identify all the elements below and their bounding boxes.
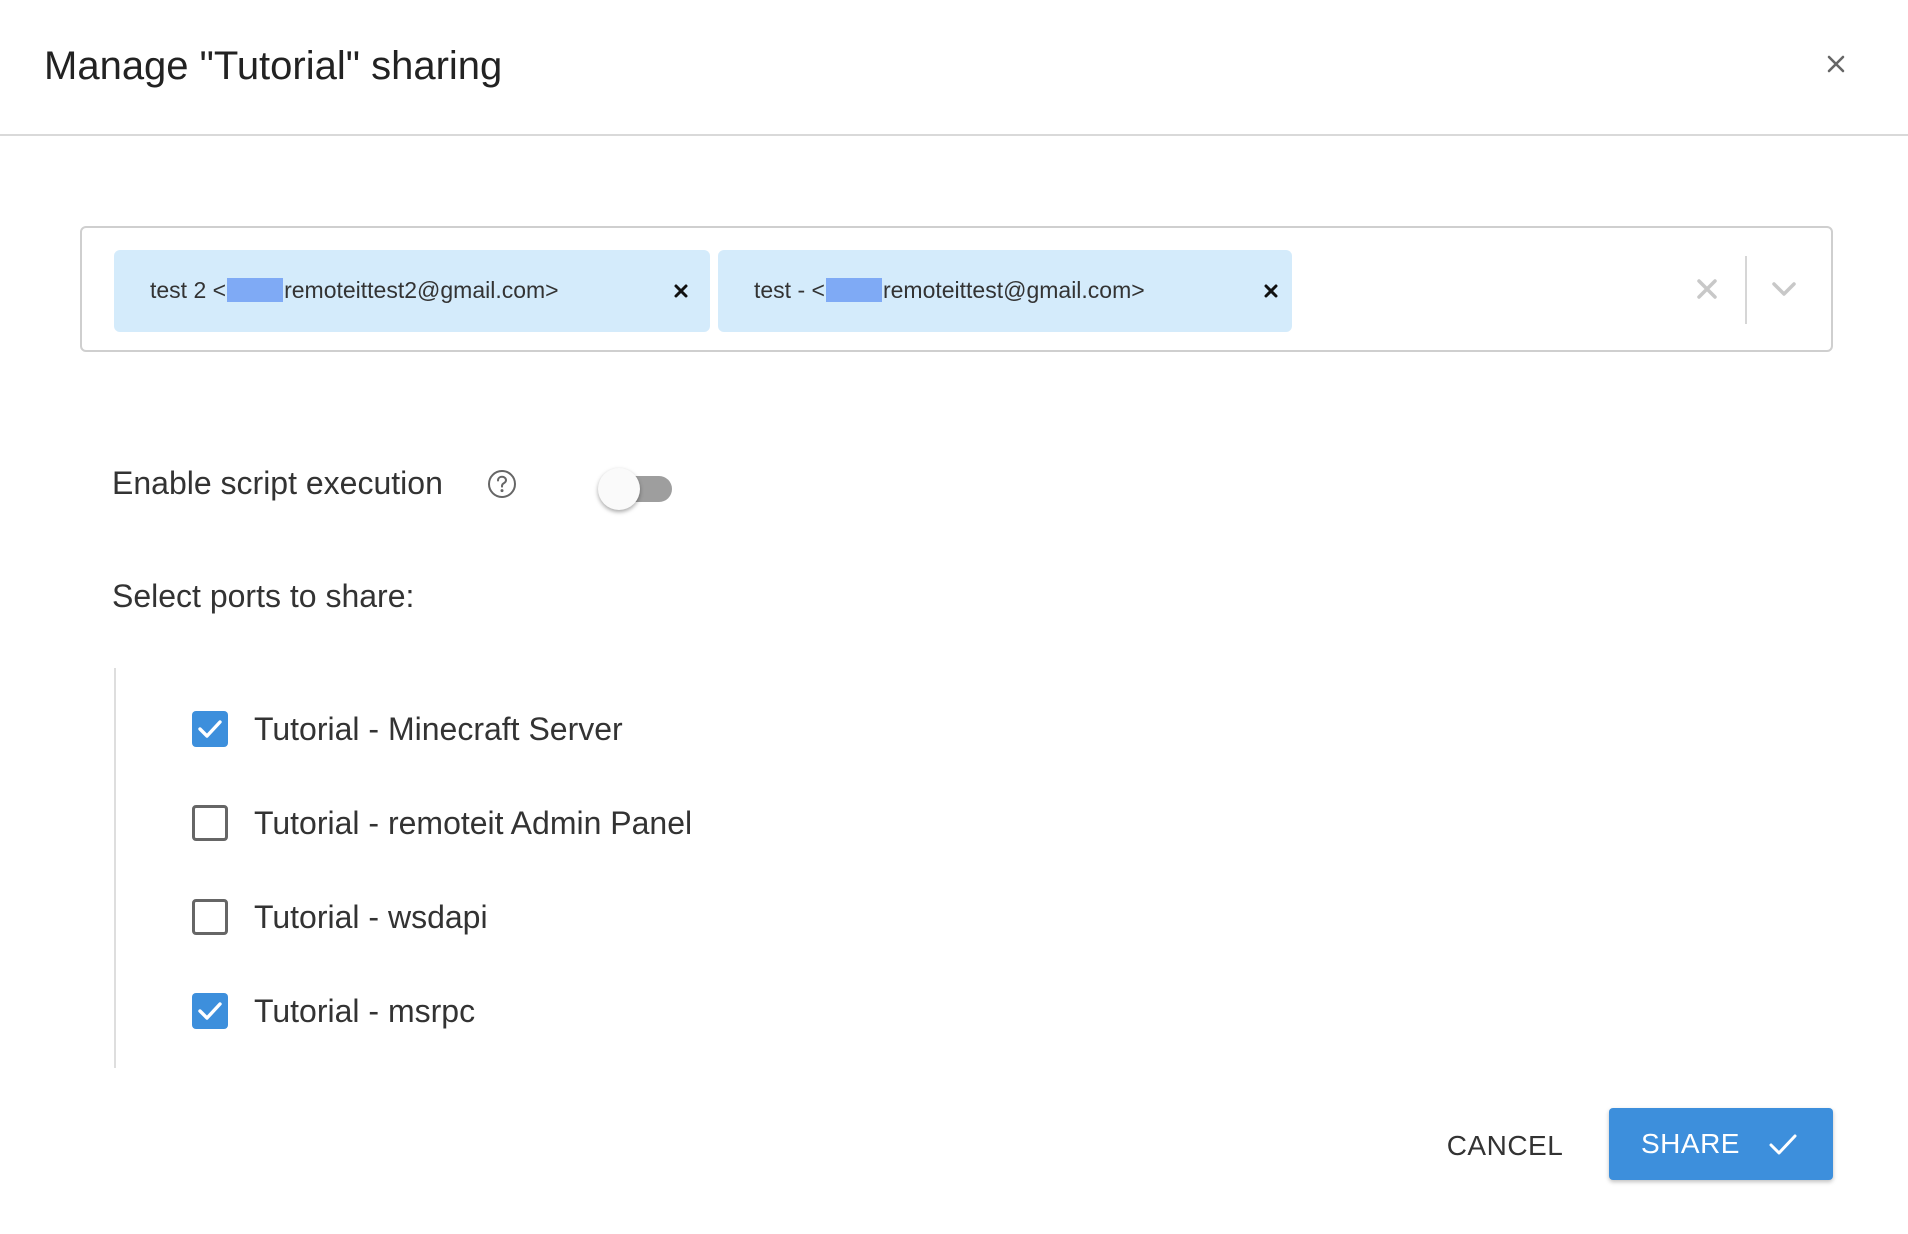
recipient-name: test 2 < [150,277,227,303]
dialog-title: Manage "Tutorial" sharing [44,44,503,88]
dialog-header: Manage "Tutorial" sharing [0,0,1908,136]
share-button[interactable]: SHARE [1609,1108,1833,1180]
recipients-select[interactable]: test 2 < remoteittest2@gmail.com> test - … [80,226,1833,352]
port-item[interactable]: Tutorial - wsdapi [192,892,488,942]
close-icon [1697,279,1717,299]
redaction-block [227,278,284,302]
port-item[interactable]: Tutorial - Minecraft Server [192,704,623,754]
remove-recipient-button[interactable] [1258,278,1284,304]
port-item[interactable]: Tutorial - msrpc [192,986,475,1036]
recipient-email: remoteittest2@gmail.com> [284,277,559,303]
port-checkbox[interactable] [192,993,228,1029]
check-icon [1769,1134,1797,1155]
port-checkbox[interactable] [192,711,228,747]
cancel-button[interactable]: CANCEL [1430,1110,1580,1180]
ports-label: Select ports to share: [112,578,415,614]
recipient-name: test - < [754,277,825,303]
recipient-chip-label: test - < remoteittest@gmail.com> [754,274,1145,306]
recipient-chip: test 2 < remoteittest2@gmail.com> [114,250,710,332]
share-button-label: SHARE [1641,1128,1740,1159]
clear-recipients-button[interactable] [1692,274,1722,304]
check-icon [198,720,222,738]
recipient-chip: test - < remoteittest@gmail.com> [718,250,1292,332]
help-circle-icon[interactable] [486,468,518,500]
close-icon [1264,284,1278,298]
port-label: Tutorial - wsdapi [254,899,488,935]
close-icon [1827,55,1845,73]
recipient-chip-label: test 2 < remoteittest2@gmail.com> [150,274,559,306]
port-checkbox[interactable] [192,805,228,841]
share-dialog: Manage "Tutorial" sharing test 2 < remote… [0,0,1908,1234]
close-button[interactable] [1816,44,1856,84]
port-checkbox[interactable] [192,899,228,935]
port-label: Tutorial - msrpc [254,993,476,1029]
check-icon [198,1002,222,1020]
redaction-block [825,278,882,302]
port-label: Tutorial - Minecraft Server [254,711,623,747]
ports-list: Tutorial - Minecraft Server Tutorial - r… [114,668,1016,1068]
script-execution-toggle[interactable] [598,464,674,512]
port-label: Tutorial - remoteit Admin Panel [254,805,693,841]
script-execution-label: Enable script execution [112,465,443,501]
recipients-dropdown-toggle[interactable] [1768,274,1800,304]
select-divider [1745,256,1747,324]
remove-recipient-button[interactable] [668,278,694,304]
recipient-email: remoteittest@gmail.com> [882,277,1145,303]
toggle-thumb [598,468,640,510]
close-icon [674,284,688,298]
port-item[interactable]: Tutorial - remoteit Admin Panel [192,798,692,848]
chevron-down-icon [1772,282,1796,296]
